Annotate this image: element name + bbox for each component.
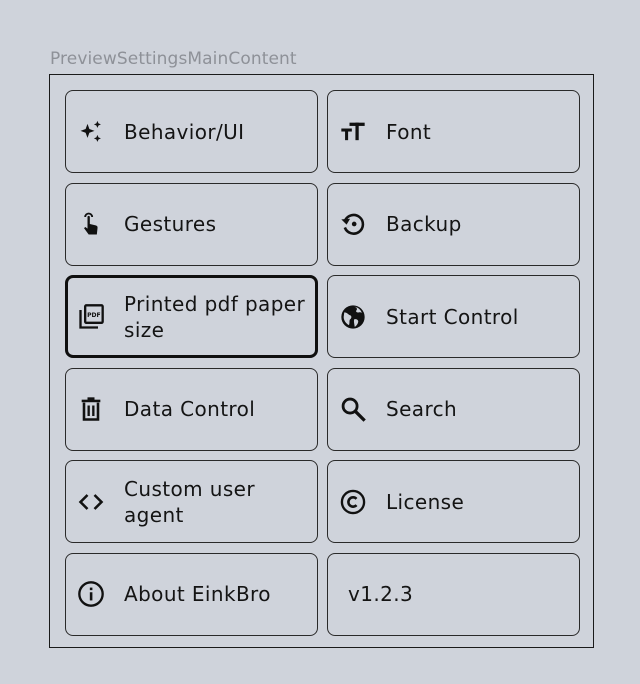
text-size-icon (338, 117, 368, 147)
settings-grid: Behavior/UI Font Gestures Backup PDF Pri… (65, 90, 580, 636)
backup-button[interactable]: Backup (327, 182, 580, 266)
license-button[interactable]: License (327, 460, 580, 544)
info-icon (76, 579, 106, 609)
version-label: v1.2.3 (348, 582, 414, 607)
custom-user-agent-label: Custom user agent (124, 476, 256, 527)
touch-icon (76, 209, 106, 239)
gestures-label: Gestures (124, 212, 217, 237)
about-einkbro-label: About EinkBro (124, 582, 271, 607)
printed-pdf-paper-size-label: Printed pdf paper size (124, 291, 306, 342)
license-label: License (386, 489, 465, 514)
preview-title: PreviewSettingsMainContent (50, 49, 297, 69)
data-control-button[interactable]: Data Control (65, 367, 318, 451)
pdf-icon: PDF (76, 302, 106, 332)
trash-icon (76, 394, 106, 424)
behavior-ui-label: Behavior/UI (124, 119, 245, 144)
start-control-label: Start Control (386, 304, 519, 329)
sparkles-icon (76, 117, 106, 147)
svg-text:PDF: PDF (87, 312, 101, 319)
version-button[interactable]: v1.2.3 (327, 552, 580, 636)
code-icon (76, 487, 106, 517)
globe-icon (338, 302, 368, 332)
font-button[interactable]: Font (327, 90, 580, 173)
search-icon (338, 394, 368, 424)
gestures-button[interactable]: Gestures (65, 182, 318, 266)
font-label: Font (386, 119, 432, 144)
printed-pdf-paper-size-button[interactable]: PDF Printed pdf paper size (65, 275, 318, 359)
backup-label: Backup (386, 212, 462, 237)
custom-user-agent-button[interactable]: Custom user agent (65, 460, 318, 544)
settings-panel: Behavior/UI Font Gestures Backup PDF Pri… (49, 74, 594, 648)
data-control-label: Data Control (124, 397, 256, 422)
copyright-icon (338, 487, 368, 517)
start-control-button[interactable]: Start Control (327, 275, 580, 359)
search-button[interactable]: Search (327, 367, 580, 451)
behavior-ui-button[interactable]: Behavior/UI (65, 90, 318, 173)
restore-icon (338, 209, 368, 239)
search-label: Search (386, 397, 458, 422)
about-einkbro-button[interactable]: About EinkBro (65, 552, 318, 636)
